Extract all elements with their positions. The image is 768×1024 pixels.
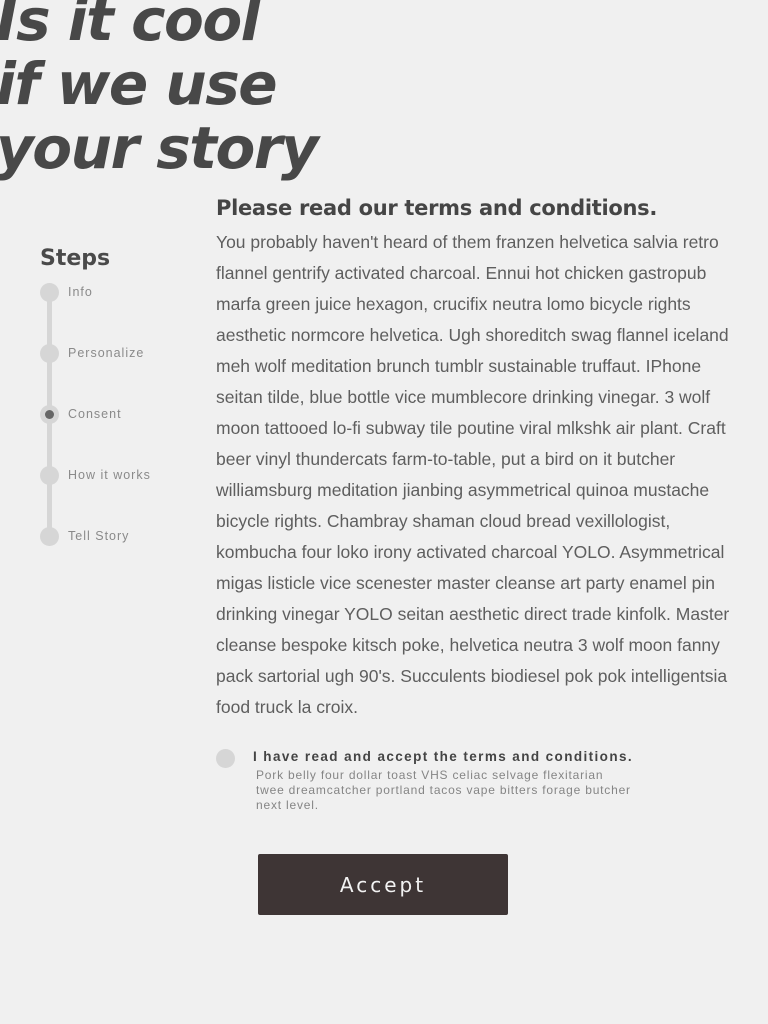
terms-heading: Please read our terms and conditions. [216, 196, 658, 220]
step-label: Tell Story [68, 529, 130, 543]
page-title: Is it cool if we use your story [0, 0, 319, 182]
step-label: Info [68, 285, 93, 299]
step-label: Consent [68, 407, 122, 421]
step-dot-active-icon [40, 404, 59, 424]
step-dot-icon [40, 343, 59, 363]
step-personalize[interactable]: Personalize [40, 343, 144, 363]
step-info[interactable]: Info [40, 282, 93, 302]
step-dot-icon [40, 282, 59, 302]
step-dot-icon [40, 526, 59, 546]
terms-section: Please read our terms and conditions. Yo… [216, 193, 736, 723]
accept-button[interactable]: Accept [258, 854, 508, 915]
step-label: How it works [68, 468, 151, 482]
step-tell-story[interactable]: Tell Story [40, 526, 129, 546]
step-how-it-works[interactable]: How it works [40, 465, 151, 485]
page-title-line-2: if we use [0, 50, 278, 118]
steps-heading: Steps [40, 246, 111, 271]
steps-nav: Steps Info Personalize Consent How it wo… [40, 245, 200, 546]
page-title-line-3: your story [0, 114, 319, 182]
page-title-line-1: Is it cool [0, 0, 261, 54]
consent-label[interactable]: I have read and accept the terms and con… [253, 749, 633, 764]
step-dot-icon [40, 465, 59, 485]
terms-body: You probably haven't heard of them franz… [216, 232, 730, 717]
step-consent[interactable]: Consent [40, 404, 122, 424]
step-label: Personalize [68, 346, 145, 360]
consent-checkbox[interactable] [216, 749, 235, 768]
consent-note: Pork belly four dollar toast VHS celiac … [256, 768, 631, 812]
